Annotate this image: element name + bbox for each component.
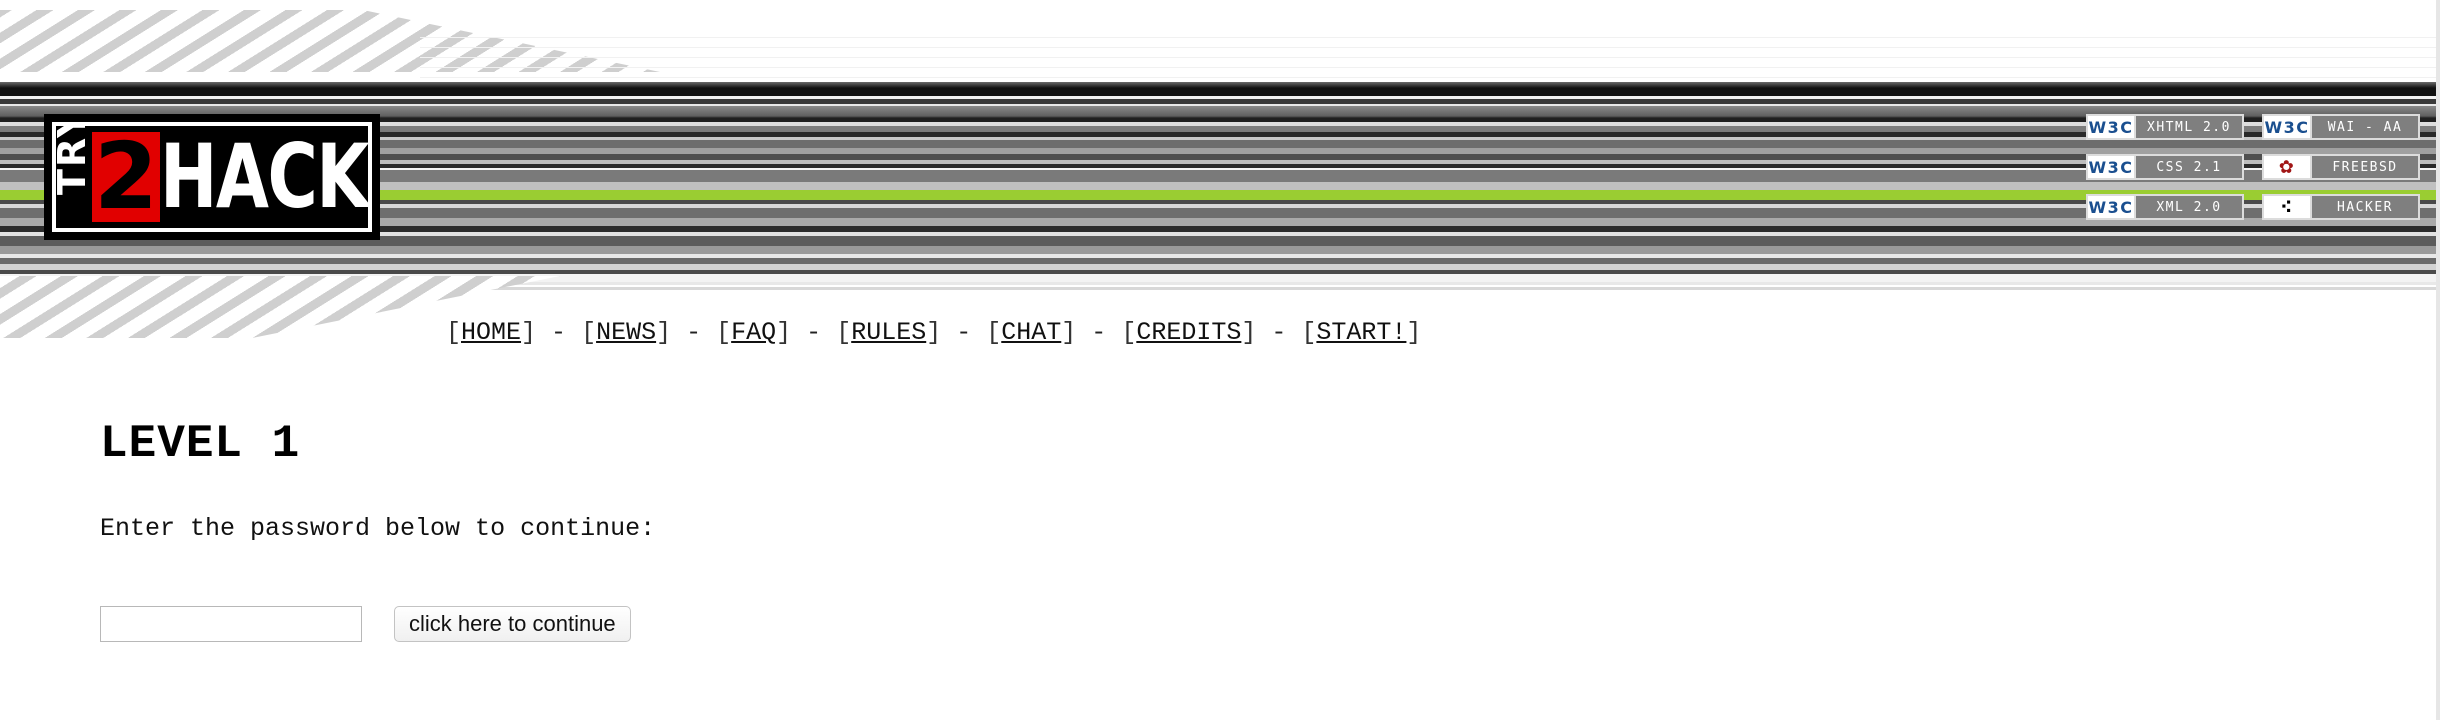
bracket-close: ]: [521, 318, 537, 347]
nav-link-news[interactable]: NEWS: [596, 318, 656, 347]
freebsd-icon: ✿: [2264, 156, 2312, 178]
badge-css[interactable]: W3C CSS 2.1: [2086, 154, 2244, 180]
bracket-open: [: [581, 318, 597, 347]
nav-link-home[interactable]: HOME: [461, 318, 521, 347]
bracket-open: [: [986, 318, 1002, 347]
password-input[interactable]: [100, 606, 362, 642]
bracket-close: ]: [776, 318, 792, 347]
nav-link-faq[interactable]: FAQ: [731, 318, 776, 347]
w3c-icon: W3C: [2088, 116, 2136, 138]
logo-frame: TRY 2 HACK: [52, 122, 372, 232]
logo-hack-text: HACK: [160, 125, 368, 228]
bracket-close: ]: [656, 318, 672, 347]
nav-separator: -: [791, 318, 837, 347]
site-logo[interactable]: TRY 2 HACK: [44, 114, 380, 240]
bracket-close: ]: [1061, 318, 1077, 347]
hacker-glider-icon: ⠪: [2264, 196, 2312, 218]
header-banner: TRY 2 HACK W3C XHTML 2.0 W3C WAI - AA W3…: [0, 0, 2440, 340]
badge-label: WAI - AA: [2327, 119, 2403, 135]
nav-separator: -: [1256, 318, 1302, 347]
badge-grid: W3C XHTML 2.0 W3C WAI - AA W3C CSS 2.1 ✿…: [2086, 114, 2422, 220]
nav-separator: -: [671, 318, 717, 347]
badge-wai[interactable]: W3C WAI - AA: [2262, 114, 2420, 140]
badge-label: HACKER: [2337, 199, 2393, 215]
bracket-open: [: [1121, 318, 1137, 347]
bracket-close: ]: [1241, 318, 1257, 347]
decorative-lines: [420, 28, 2440, 78]
bracket-open: [: [1301, 318, 1317, 347]
nav-separator: -: [941, 318, 987, 347]
badge-freebsd[interactable]: ✿ FREEBSD: [2262, 154, 2420, 180]
w3c-icon: W3C: [2088, 196, 2136, 218]
bracket-close: ]: [926, 318, 942, 347]
badge-hacker[interactable]: ⠪ HACKER: [2262, 194, 2420, 220]
nav-link-rules[interactable]: RULES: [851, 318, 926, 347]
logo-try-text: TRY: [52, 122, 94, 195]
nav-link-chat[interactable]: CHAT: [1001, 318, 1061, 347]
badge-label: CSS 2.1: [2156, 159, 2222, 175]
bracket-close: ]: [1406, 318, 1422, 347]
bracket-open: [: [446, 318, 462, 347]
nav-link-credits[interactable]: CREDITS: [1136, 318, 1241, 347]
nav-separator: -: [536, 318, 582, 347]
badge-xhtml[interactable]: W3C XHTML 2.0: [2086, 114, 2244, 140]
main-nav: [HOME] - [NEWS] - [FAQ] - [RULES] - [CHA…: [446, 318, 1421, 347]
page-title: LEVEL 1: [100, 418, 301, 470]
badge-xml[interactable]: W3C XML 2.0: [2086, 194, 2244, 220]
nav-separator: -: [1076, 318, 1122, 347]
logo-two-text: 2: [92, 123, 161, 230]
nav-link-start[interactable]: START!: [1316, 318, 1406, 347]
scrollbar-track[interactable]: [2436, 0, 2440, 720]
bracket-open: [: [716, 318, 732, 347]
badge-label: XHTML 2.0: [2147, 119, 2231, 135]
continue-button[interactable]: click here to continue: [394, 606, 631, 642]
w3c-icon: W3C: [2088, 156, 2136, 178]
badge-label: XML 2.0: [2156, 199, 2222, 215]
w3c-icon: W3C: [2264, 116, 2312, 138]
bracket-open: [: [836, 318, 852, 347]
badge-label: FREEBSD: [2332, 159, 2398, 175]
page: TRY 2 HACK W3C XHTML 2.0 W3C WAI - AA W3…: [0, 0, 2440, 720]
instructions-text: Enter the password below to continue:: [100, 514, 656, 543]
